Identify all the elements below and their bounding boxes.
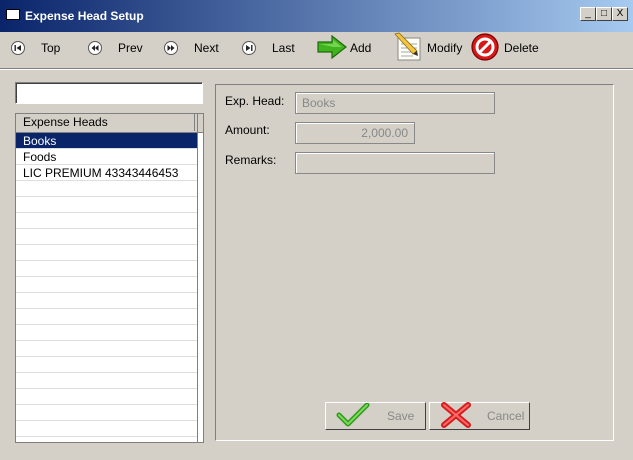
last-button[interactable]: Last bbox=[242, 32, 295, 64]
amount-field[interactable]: 2,000.00 bbox=[295, 122, 415, 144]
empty-row bbox=[16, 293, 197, 309]
empty-row bbox=[16, 341, 197, 357]
checkmark-icon bbox=[336, 402, 370, 430]
last-label: Last bbox=[272, 41, 295, 55]
modify-label: Modify bbox=[427, 41, 463, 55]
previous-record-icon bbox=[88, 41, 102, 55]
remarks-label: Remarks: bbox=[225, 153, 277, 167]
add-button[interactable]: Add bbox=[316, 32, 371, 64]
list-item[interactable]: Foods bbox=[16, 149, 197, 165]
remarks-field[interactable] bbox=[295, 152, 495, 174]
list-rows: Books Foods LIC PREMIUM 43343446453 bbox=[16, 133, 197, 442]
notepad-pencil-icon bbox=[393, 32, 425, 65]
search-input[interactable] bbox=[15, 82, 203, 104]
modify-button[interactable]: Modify bbox=[393, 32, 462, 64]
cancel-label: Cancel bbox=[487, 409, 525, 423]
empty-row bbox=[16, 437, 197, 442]
toolbar: Top Prev Next Last Add Modify Delete bbox=[0, 32, 633, 68]
minimize-button[interactable]: _ bbox=[580, 7, 596, 21]
delete-label: Delete bbox=[504, 41, 539, 55]
next-button[interactable]: Next bbox=[164, 32, 219, 64]
empty-row bbox=[16, 373, 197, 389]
empty-row bbox=[16, 213, 197, 229]
prev-label: Prev bbox=[118, 41, 143, 55]
close-button[interactable]: X bbox=[612, 7, 628, 21]
cancel-button[interactable]: Cancel bbox=[429, 401, 530, 431]
amount-label: Amount: bbox=[225, 123, 270, 137]
top-label: Top bbox=[41, 41, 61, 55]
top-button[interactable]: Top bbox=[11, 32, 60, 64]
title-bar: Expense Head Setup _ □ X bbox=[0, 0, 633, 32]
empty-row bbox=[16, 229, 197, 245]
column-divider bbox=[197, 114, 198, 442]
save-label: Save bbox=[387, 409, 415, 423]
empty-row bbox=[16, 309, 197, 325]
save-button[interactable]: Save bbox=[325, 402, 426, 430]
window-icon bbox=[6, 9, 20, 20]
exp-head-label: Exp. Head: bbox=[225, 94, 285, 108]
empty-row bbox=[16, 405, 197, 421]
first-record-icon bbox=[11, 41, 25, 55]
next-label: Next bbox=[194, 41, 219, 55]
add-label: Add bbox=[350, 41, 372, 55]
maximize-button[interactable]: □ bbox=[596, 7, 612, 21]
list-header[interactable]: Expense Heads bbox=[16, 114, 203, 133]
empty-row bbox=[16, 181, 197, 197]
empty-row bbox=[16, 357, 197, 373]
exp-head-field[interactable]: Books bbox=[295, 92, 495, 114]
empty-row bbox=[16, 325, 197, 341]
empty-row bbox=[16, 261, 197, 277]
expense-heads-list[interactable]: Expense Heads Books Foods LIC PREMIUM 43… bbox=[15, 113, 204, 443]
no-entry-icon bbox=[470, 32, 500, 65]
list-item[interactable]: Books bbox=[16, 133, 197, 149]
empty-row bbox=[16, 421, 197, 437]
list-item[interactable]: LIC PREMIUM 43343446453 bbox=[16, 165, 197, 181]
green-arrow-icon bbox=[316, 34, 348, 63]
delete-button[interactable]: Delete bbox=[470, 32, 539, 64]
last-record-icon bbox=[242, 41, 256, 55]
red-x-icon bbox=[440, 401, 472, 431]
next-record-icon bbox=[164, 41, 178, 55]
toolbar-separator bbox=[0, 68, 633, 70]
empty-row bbox=[16, 197, 197, 213]
expense-heads-column-header[interactable]: Expense Heads bbox=[16, 114, 195, 131]
empty-row bbox=[16, 389, 197, 405]
window-title: Expense Head Setup bbox=[25, 9, 144, 23]
prev-button[interactable]: Prev bbox=[88, 32, 143, 64]
empty-row bbox=[16, 245, 197, 261]
empty-row bbox=[16, 277, 197, 293]
